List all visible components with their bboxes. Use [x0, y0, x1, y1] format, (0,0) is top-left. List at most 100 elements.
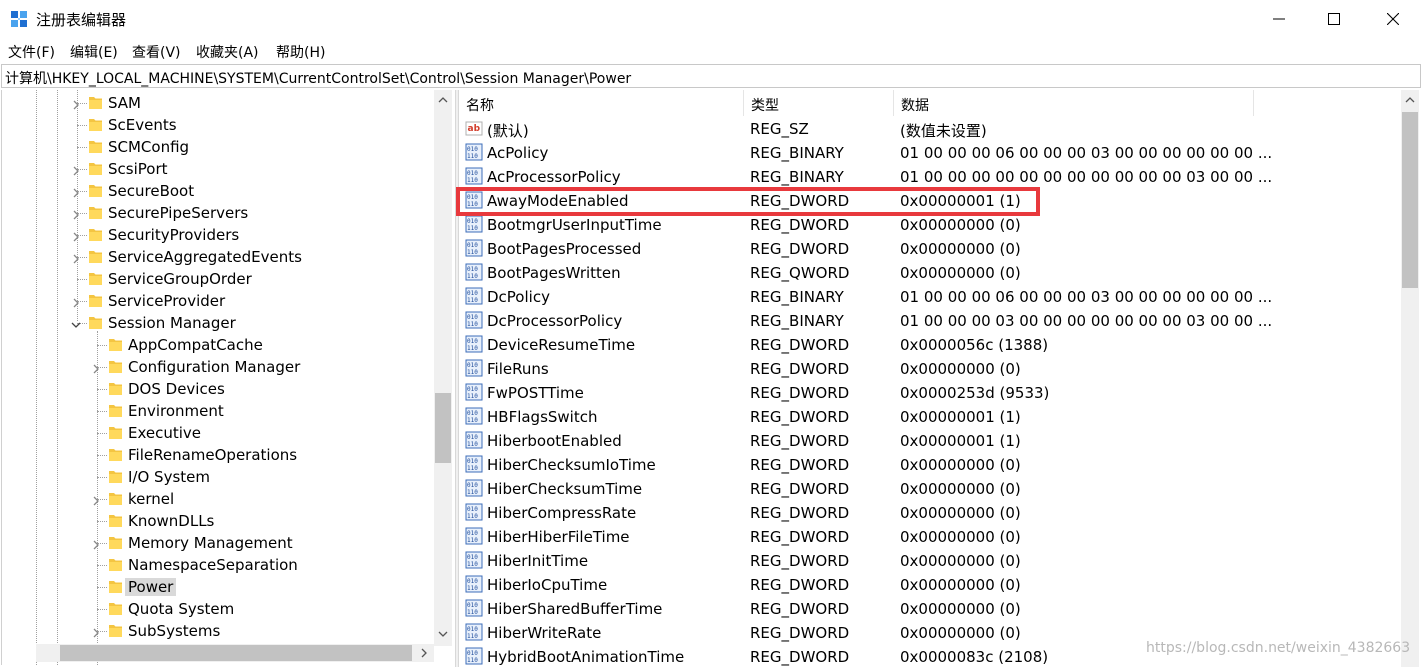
- tree-scroll-up-button[interactable]: [434, 90, 452, 110]
- menu-favorites[interactable]: 收藏夹(A): [196, 42, 259, 62]
- table-row[interactable]: 010 110 HiberChecksumIoTime REG_DWORD 0x0000…: [459, 453, 1399, 477]
- tree-item[interactable]: Environment: [2, 400, 432, 422]
- table-row[interactable]: 010 110 BootPagesProcessed REG_DWORD 0x00000…: [459, 237, 1399, 261]
- list-scroll-up-button[interactable]: [1401, 90, 1419, 110]
- tree-item[interactable]: SecurityProviders: [2, 224, 432, 246]
- chevron-right-icon[interactable]: [70, 294, 82, 308]
- tree-item[interactable]: AppCompatCache: [2, 334, 432, 356]
- tree-item-label: Environment: [128, 402, 224, 420]
- tree-item[interactable]: ServiceProvider: [2, 290, 432, 312]
- tree-item[interactable]: SCMConfig: [2, 136, 432, 158]
- column-header-data[interactable]: 数据: [894, 90, 1254, 116]
- menu-edit[interactable]: 编辑(E): [70, 42, 118, 62]
- table-row[interactable]: 010 110 DcPolicy REG_BINARY 01 00 00 00 06 0…: [459, 285, 1399, 309]
- tree-item[interactable]: ServiceGroupOrder: [2, 268, 432, 290]
- tree-item[interactable]: Quota System: [2, 598, 432, 620]
- table-row[interactable]: 010 110 HiberHiberFileTime REG_DWORD 0x00000…: [459, 525, 1399, 549]
- table-row[interactable]: 010 110 DeviceResumeTime REG_DWORD 0x0000056…: [459, 333, 1399, 357]
- table-row[interactable]: 010 110 HiberSharedBufferTime REG_DWORD 0x00…: [459, 597, 1399, 621]
- chevron-right-icon[interactable]: [70, 96, 82, 110]
- tree-item[interactable]: SAM: [2, 92, 432, 114]
- table-row[interactable]: 010 110 FwPOSTTime REG_DWORD 0x0000253d (953…: [459, 381, 1399, 405]
- chevron-right-icon[interactable]: [90, 536, 102, 550]
- menu-file[interactable]: 文件(F): [8, 42, 55, 62]
- binary-value-icon: 010 110: [465, 383, 483, 401]
- chevron-right-icon[interactable]: [70, 206, 82, 220]
- table-row[interactable]: 010 110 AcProcessorPolicy REG_BINARY 01 00 0…: [459, 165, 1399, 189]
- tree-item[interactable]: kernel: [2, 488, 432, 510]
- maximize-button[interactable]: [1305, 0, 1363, 38]
- tree-item[interactable]: Configuration Manager: [2, 356, 432, 378]
- chevron-right-icon[interactable]: [70, 162, 82, 176]
- tree-scroll-down-button[interactable]: [434, 624, 452, 644]
- svg-text:110: 110: [467, 177, 478, 184]
- close-button[interactable]: [1364, 0, 1422, 38]
- tree-scroll-thumb[interactable]: [435, 393, 451, 463]
- tree-item[interactable]: FileRenameOperations: [2, 444, 432, 466]
- cell-data: 01 00 00 00 03 00 00 00 00 00 00 00 03 0…: [900, 312, 1273, 330]
- key-tree[interactable]: SAM ScEvents SCMConfig ScsiPort SecureBoot Se…: [1, 90, 456, 665]
- table-row[interactable]: 010 110 HiberbootEnabled REG_DWORD 0x0000000…: [459, 429, 1399, 453]
- tree-item[interactable]: SubSystems: [2, 620, 432, 642]
- tree-item[interactable]: ScEvents: [2, 114, 432, 136]
- svg-text:110: 110: [467, 633, 478, 640]
- table-row[interactable]: 010 110 AcPolicy REG_BINARY 01 00 00 00 06 0…: [459, 141, 1399, 165]
- column-header-name[interactable]: 名称: [459, 90, 744, 116]
- menu-help[interactable]: 帮助(H): [276, 42, 325, 62]
- tree-item[interactable]: ScsiPort: [2, 158, 432, 180]
- tree-item[interactable]: KnownDLLs: [2, 510, 432, 532]
- cell-data: 0x00000000 (0): [900, 264, 1021, 282]
- table-row[interactable]: 010 110 HiberInitTime REG_DWORD 0x00000000 (…: [459, 549, 1399, 573]
- tree-item[interactable]: Power: [2, 576, 432, 598]
- chevron-right-icon[interactable]: [70, 228, 82, 242]
- table-row[interactable]: 010 110 BootPagesWritten REG_QWORD 0x0000000…: [459, 261, 1399, 285]
- tree-item-label: Quota System: [128, 600, 235, 618]
- minimize-button[interactable]: [1250, 0, 1308, 38]
- table-row[interactable]: 010 110 HiberChecksumTime REG_DWORD 0x000000…: [459, 477, 1399, 501]
- table-row[interactable]: 010 110 BootmgrUserInputTime REG_DWORD 0x000…: [459, 213, 1399, 237]
- tree-item-label: AppCompatCache: [128, 336, 263, 354]
- tree-item[interactable]: SecureBoot: [2, 180, 432, 202]
- tree-item[interactable]: NamespaceSeparation: [2, 554, 432, 576]
- table-row[interactable]: 010 110 FileRuns REG_DWORD 0x00000000 (0): [459, 357, 1399, 381]
- chevron-right-icon[interactable]: [70, 184, 82, 198]
- tree-horizontal-scrollbar[interactable]: [36, 644, 434, 662]
- chevron-right-icon[interactable]: [70, 250, 82, 264]
- chevron-down-icon[interactable]: [70, 316, 82, 328]
- tree-item[interactable]: ServiceAggregatedEvents: [2, 246, 432, 268]
- tree-hscroll-thumb[interactable]: [60, 645, 412, 661]
- list-scroll-thumb[interactable]: [1402, 112, 1418, 288]
- table-row[interactable]: 010 110 DcProcessorPolicy REG_BINARY 01 00 0…: [459, 309, 1399, 333]
- tree-item[interactable]: Executive: [2, 422, 432, 444]
- tree-scroll-right-button[interactable]: [414, 644, 434, 662]
- chevron-right-icon[interactable]: [90, 624, 102, 638]
- cell-type: REG_QWORD: [750, 264, 850, 282]
- column-header-type[interactable]: 类型: [744, 90, 894, 116]
- table-row[interactable]: 010 110 HBFlagsSwitch REG_DWORD 0x00000001 (…: [459, 405, 1399, 429]
- list-vertical-scrollbar[interactable]: [1401, 90, 1419, 667]
- svg-text:110: 110: [467, 609, 478, 616]
- cell-name: HiberCompressRate: [487, 504, 637, 522]
- tree-item[interactable]: DOS Devices: [2, 378, 432, 400]
- chevron-right-icon[interactable]: [90, 360, 102, 374]
- table-row[interactable]: 010 110 HiberCompressRate REG_DWORD 0x000000…: [459, 501, 1399, 525]
- tree-item-label: DOS Devices: [128, 380, 225, 398]
- tree-vertical-scrollbar[interactable]: [434, 90, 452, 646]
- cell-type: REG_DWORD: [750, 528, 850, 546]
- string-value-icon: ab: [465, 119, 483, 137]
- svg-text:110: 110: [467, 297, 478, 304]
- tree-item[interactable]: Session Manager: [2, 312, 432, 334]
- tree-guide-line: [97, 389, 107, 390]
- chevron-right-icon[interactable]: [90, 492, 102, 506]
- svg-text:110: 110: [467, 465, 478, 472]
- chevron-up-icon: [438, 97, 448, 103]
- tree-item[interactable]: SecurePipeServers: [2, 202, 432, 224]
- tree-item[interactable]: I/O System: [2, 466, 432, 488]
- table-row[interactable]: 010 110 HiberIoCpuTime REG_DWORD 0x00000000 …: [459, 573, 1399, 597]
- svg-text:010: 010: [467, 506, 478, 513]
- address-bar[interactable]: 计算机\HKEY_LOCAL_MACHINE\SYSTEM\CurrentCon…: [1, 64, 1421, 88]
- value-list[interactable]: 名称 类型 数据 ab (默认) REG_SZ (数值未设置) 010 110 AcPoli…: [459, 90, 1424, 667]
- menu-view[interactable]: 查看(V): [132, 42, 181, 62]
- tree-item[interactable]: Memory Management: [2, 532, 432, 554]
- table-row[interactable]: ab (默认) REG_SZ (数值未设置): [459, 117, 1399, 141]
